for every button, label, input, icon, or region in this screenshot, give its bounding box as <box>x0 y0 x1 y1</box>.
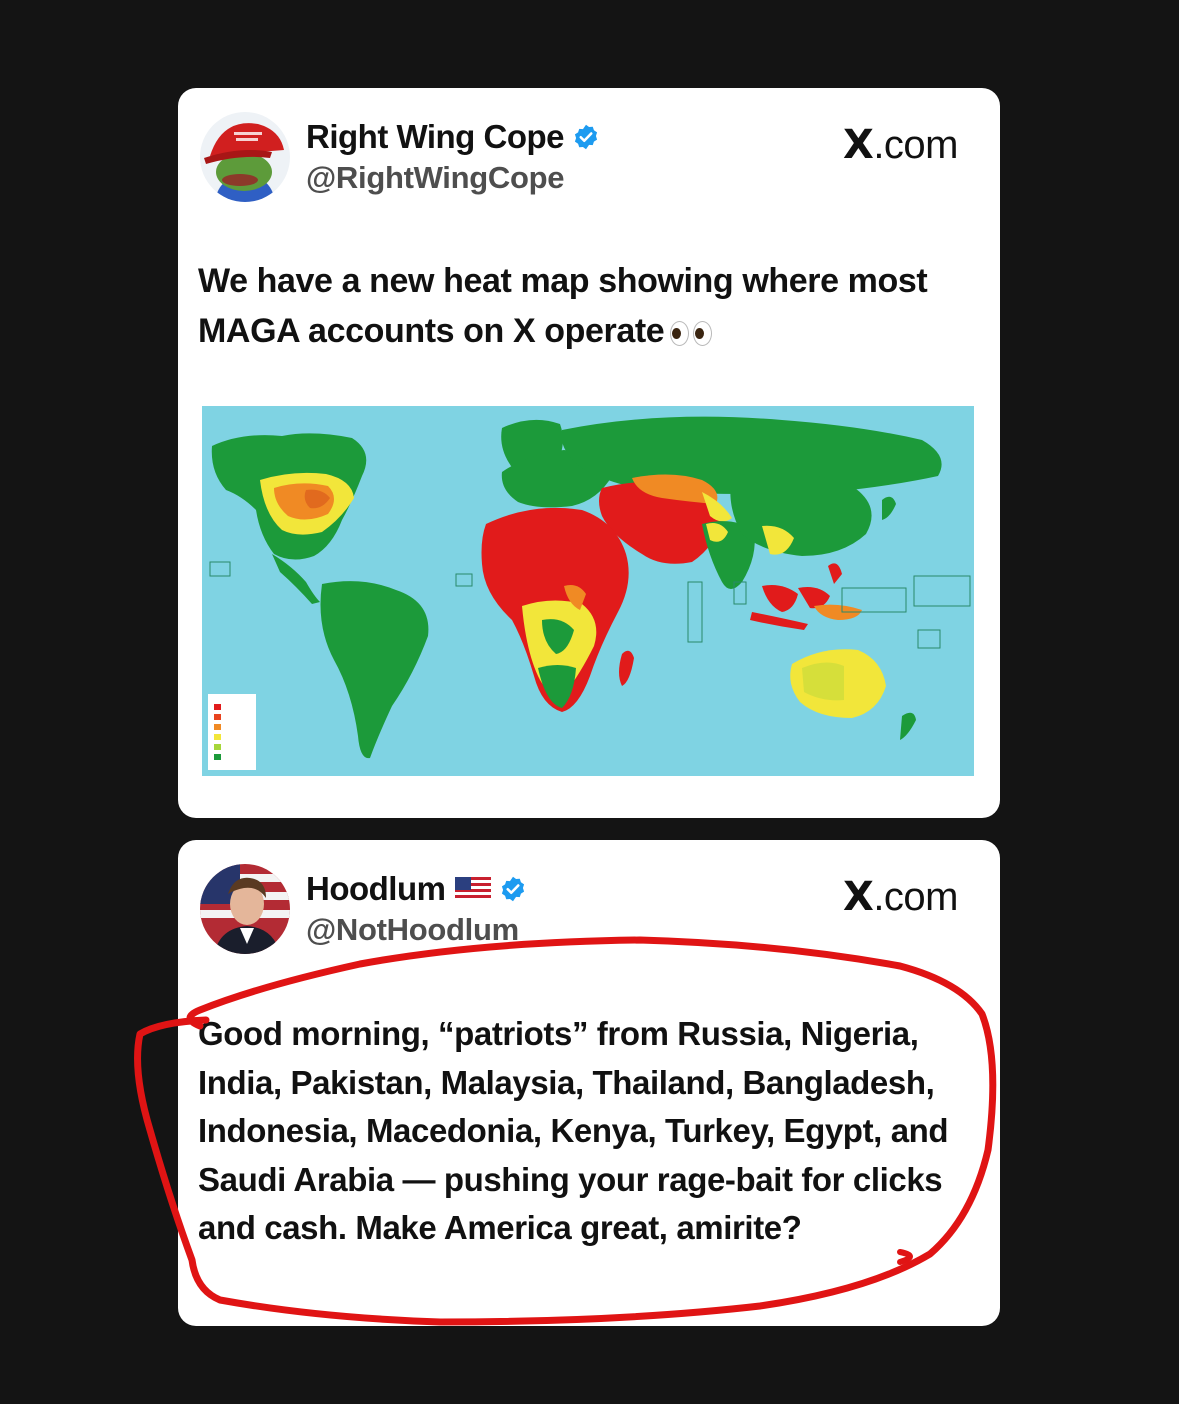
x-logo-icon: X <box>842 874 874 920</box>
display-name[interactable]: Right Wing Cope <box>306 118 564 156</box>
x-com-suffix: .com <box>873 123 958 167</box>
x-com-suffix: .com <box>873 875 958 919</box>
avatar-man[interactable] <box>200 864 290 954</box>
tweet-card-hoodlum[interactable]: Hoodlum @NotHoodlum X.com Good morning, … <box>178 840 1000 1326</box>
display-name[interactable]: Hoodlum <box>306 870 446 908</box>
verified-badge-icon <box>574 124 598 150</box>
eyes-emoji-icon <box>670 320 713 346</box>
tweet-body: We have a new heat map showing where mos… <box>198 262 928 350</box>
x-logo-icon: X <box>842 122 874 168</box>
tweet-text: We have a new heat map showing where mos… <box>198 256 988 356</box>
display-name-row: Right Wing Cope <box>306 118 600 156</box>
x-com-logo: X.com <box>842 122 959 168</box>
verified-badge-icon <box>502 876 525 902</box>
x-com-logo: X.com <box>842 874 959 920</box>
avatar-frog[interactable] <box>200 112 290 202</box>
display-name-row: Hoodlum <box>306 870 527 908</box>
tweet-text: Good morning, “patriots” from Russia, Ni… <box>198 1015 949 1246</box>
heat-map-image[interactable] <box>202 406 974 776</box>
us-flag-icon <box>455 877 492 901</box>
handle[interactable]: @NotHoodlum <box>306 912 519 948</box>
handle[interactable]: @RightWingCope <box>306 160 565 196</box>
tweet-card-right-wing-cope[interactable]: Right Wing Cope @RightWingCope X.com We … <box>178 88 1000 818</box>
